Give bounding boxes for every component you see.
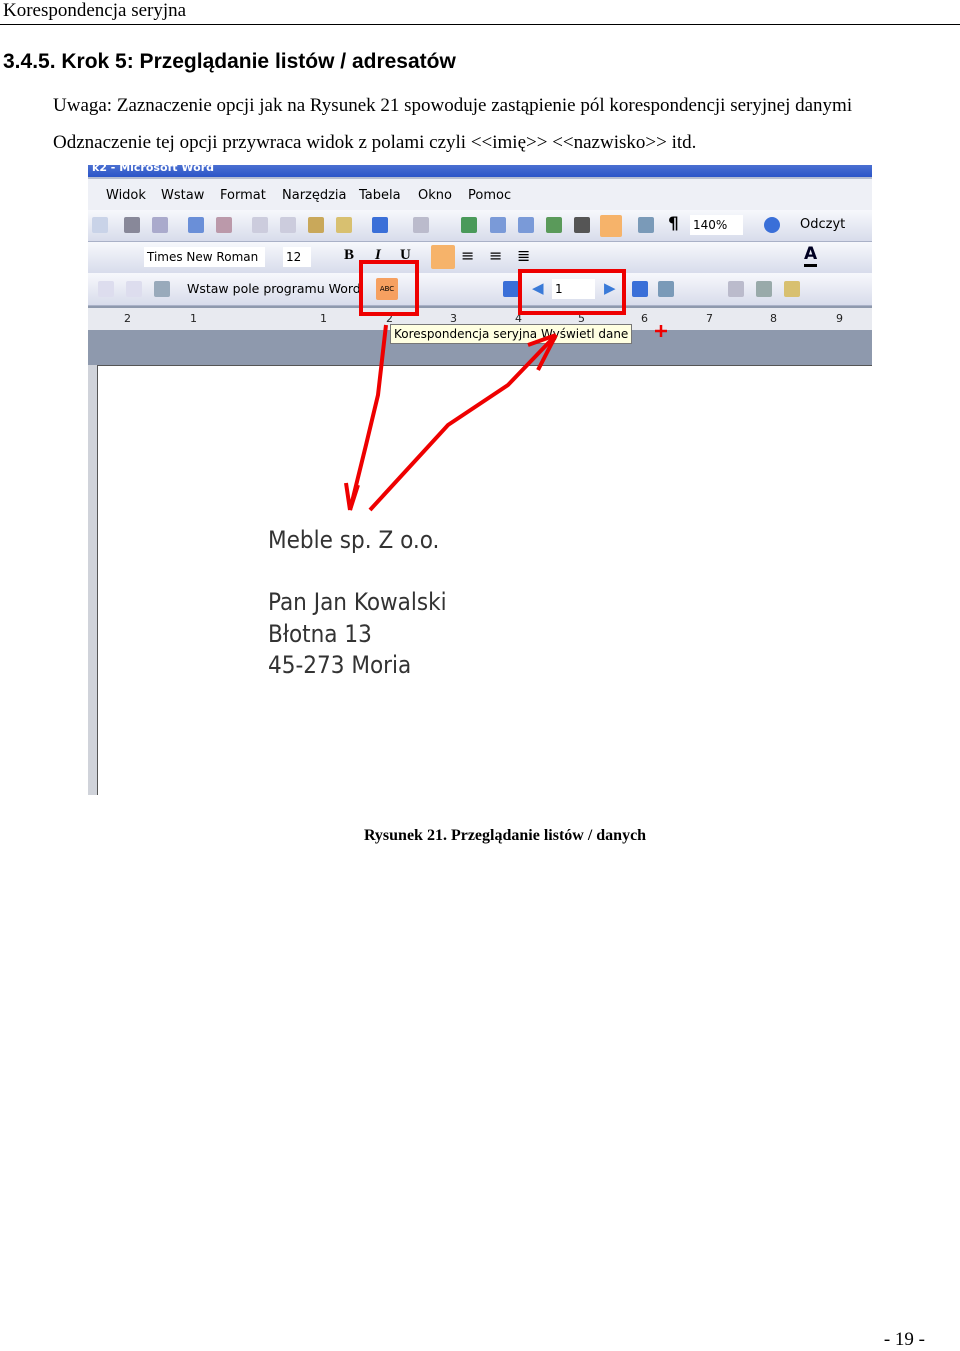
arrow-2-head — [527, 333, 558, 371]
red-arrows — [344, 324, 667, 512]
section-heading: 3.4.5. Krok 5: Przeglądanie listów / adr… — [3, 50, 456, 73]
body-line-2: Odznaczenie tej opcji przywraca widok z … — [53, 132, 697, 153]
plus-mark — [655, 325, 667, 337]
body-line-1: Uwaga: Zaznaczenie opcji jak na Rysunek … — [53, 95, 853, 116]
word-screenshot: k2 - Microsoft Word Widok Wstaw Format N… — [88, 165, 872, 795]
arrow-2 — [368, 333, 558, 512]
arrow-1 — [348, 324, 388, 511]
header-rule — [0, 24, 960, 25]
figure-caption: Rysunek 21. Przeglądanie listów / danych — [363, 827, 647, 844]
running-header: Korespondencja seryjna — [3, 0, 187, 21]
